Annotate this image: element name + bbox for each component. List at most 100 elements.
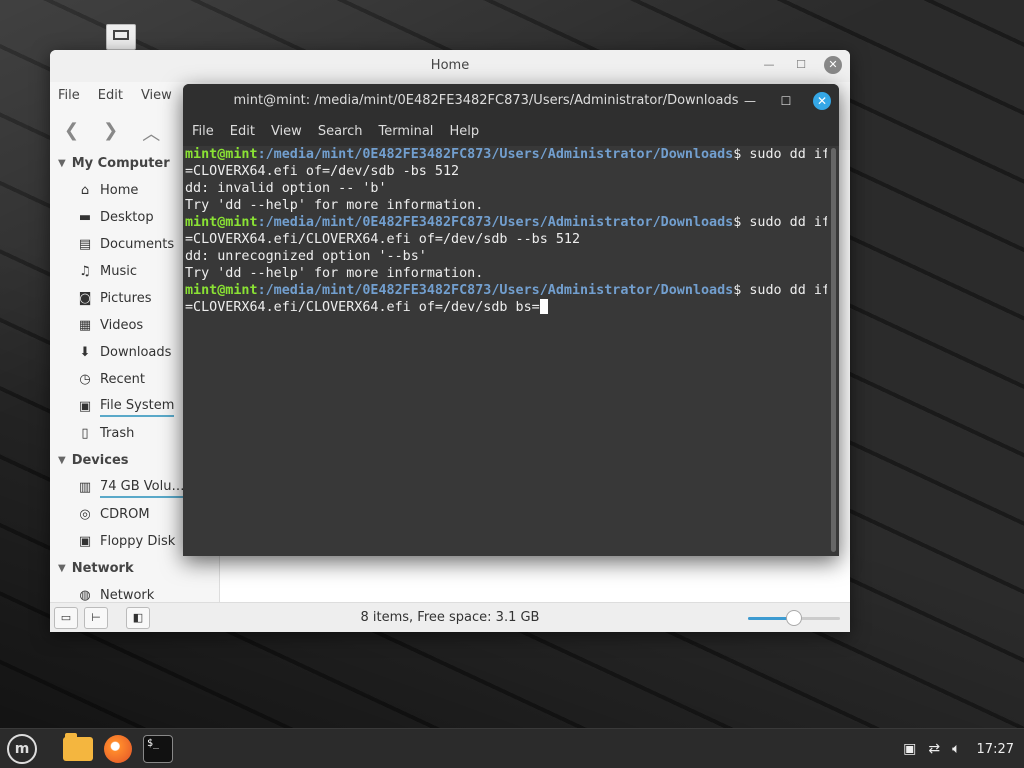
sidebar-item-label: Recent [100, 372, 145, 387]
network-disconnected-icon[interactable]: ⇄ [928, 741, 940, 757]
sidebar-item-label: Floppy Disk [100, 534, 176, 549]
output-text: Try 'dd --help' for more information. [185, 198, 484, 213]
clock-icon: ◷ [79, 372, 91, 387]
menu-file[interactable]: File [58, 88, 80, 103]
desktop-icon: ▬ [78, 210, 92, 225]
text-cursor [539, 299, 548, 314]
close-icon[interactable]: ✕ [824, 56, 842, 74]
terminal-menubar: File Edit View Search Terminal Help [183, 118, 839, 146]
folder-icon [63, 733, 93, 761]
back-arrow-icon[interactable]: ❮ [64, 120, 79, 146]
sidebar-item-label: Home [100, 183, 139, 198]
film-icon: ▦ [78, 318, 92, 333]
terminal-line: =CLOVERX64.efi/CLOVERX64.efi of=/dev/sdb… [185, 231, 827, 248]
terminal-menu-edit[interactable]: Edit [230, 118, 255, 146]
system-tray: ▣ ⇄ 🔈︎ 17:27 [903, 729, 1014, 768]
terminal-scrollbar[interactable] [831, 148, 836, 552]
music-icon: ♫ [79, 264, 91, 279]
file-manager-navigation: ❮ ❯ ︿ [64, 120, 160, 146]
terminal-menu-help[interactable]: Help [449, 118, 479, 146]
file-manager-window-controls: — ☐ ✕ [760, 56, 842, 74]
terminal-menu-file[interactable]: File [192, 118, 214, 146]
terminal-line: =CLOVERX64.efi/CLOVERX64.efi of=/dev/sdb… [185, 299, 827, 316]
firefox-icon [104, 735, 132, 763]
terminal-output[interactable]: mint@mint:/media/mint/0E482FE3482FC873/U… [185, 146, 827, 554]
sidebar-item-label: Documents [100, 237, 175, 252]
command-continuation: =CLOVERX64.efi/CLOVERX64.efi of=/dev/sdb… [185, 232, 581, 247]
disk-icon: ▥ [78, 480, 92, 495]
close-icon[interactable]: ✕ [813, 92, 831, 110]
floppy-icon: ▣ [78, 534, 92, 549]
terminal-title: mint@mint: /media/mint/0E482FE3482FC873/… [233, 93, 739, 108]
output-text: dd: unrecognized option '--bs' [185, 249, 427, 264]
home-icon: ⌂ [80, 183, 90, 198]
sidebar-item-label: Network [100, 588, 155, 602]
terminal-line: mint@mint:/media/mint/0E482FE3482FC873/U… [185, 282, 827, 299]
collapse-triangle-icon[interactable]: ▼ [58, 150, 66, 177]
drive-icon: ▣ [78, 399, 92, 414]
collapse-triangle-icon[interactable]: ▼ [58, 555, 66, 582]
taskbar-file-manager[interactable] [60, 731, 96, 767]
prompt-path: :/media/mint/0E482FE3482FC873/Users/Admi… [257, 283, 734, 298]
camera-icon: ◙ [78, 291, 92, 306]
sidebar-section-label: Devices [71, 453, 129, 468]
forward-arrow-icon[interactable]: ❯ [103, 120, 118, 146]
computer-icon[interactable] [106, 24, 136, 50]
maximize-icon[interactable]: ☐ [777, 92, 795, 110]
prompt-path: :/media/mint/0E482FE3482FC873/Users/Admi… [257, 147, 734, 162]
terminal-menu-terminal[interactable]: Terminal [378, 118, 433, 146]
sidebar-item-label: Trash [100, 426, 135, 441]
network-icon: ◍ [79, 588, 91, 602]
command-continuation: =CLOVERX64.efi/CLOVERX64.efi of=/dev/sdb… [185, 300, 540, 315]
file-manager-title: Home [430, 58, 470, 73]
sidebar-section-label: My Computer [71, 156, 170, 171]
taskbar-terminal[interactable]: $_ [140, 731, 176, 767]
prompt-user: mint@mint [185, 215, 258, 230]
download-icon: ⬇ [79, 345, 91, 360]
clock[interactable]: 17:27 [977, 742, 1014, 757]
prompt-user: mint@mint [185, 283, 258, 298]
sidebar-item-label: File System [100, 397, 175, 417]
menu-edit[interactable]: Edit [98, 88, 123, 103]
terminal-window: mint@mint: /media/mint/0E482FE3482FC873/… [183, 84, 839, 556]
command-text: $ sudo dd if [733, 147, 827, 162]
terminal-line: dd: unrecognized option '--bs' [185, 248, 827, 265]
sidebar-item-label: 74 GB Volu… [100, 478, 185, 498]
minimize-icon[interactable]: — [760, 56, 778, 74]
zoom-slider[interactable] [748, 610, 840, 626]
prompt-user: mint@mint [185, 147, 258, 162]
terminal-line: mint@mint:/media/mint/0E482FE3482FC873/U… [185, 214, 827, 231]
menu-button[interactable]: m [4, 731, 40, 767]
sidebar-section-label: Network [71, 561, 134, 576]
trash-icon: ▯ [81, 426, 89, 441]
command-text: $ sudo dd if [733, 283, 827, 298]
cdrom-icon: ◎ [79, 507, 91, 522]
terminal-line: dd: invalid option -- 'b' [185, 180, 827, 197]
taskbar-firefox[interactable] [100, 731, 136, 767]
status-text: 8 items, Free space: 3.1 GB [360, 610, 540, 625]
file-manager-statusbar: ▭ ⊢ ◧ 8 items, Free space: 3.1 GB [50, 602, 850, 632]
taskbar: m $_ ▣ ⇄ 🔈︎ 17:27 [0, 728, 1024, 768]
volume-icon[interactable]: 🔈︎ [952, 741, 960, 757]
sidebar-item-network[interactable]: ◍ Network [50, 582, 219, 602]
clipboard-icon[interactable]: ▣ [903, 741, 916, 757]
terminal-menu-view[interactable]: View [271, 118, 302, 146]
terminal-menu-search[interactable]: Search [318, 118, 363, 146]
sidebar-item-label: Pictures [100, 291, 152, 306]
linux-mint-logo-icon: m [7, 734, 37, 764]
sidebar-item-label: Downloads [100, 345, 172, 360]
zoom-slider-handle[interactable] [786, 610, 802, 626]
file-manager-titlebar[interactable]: Home [50, 50, 850, 82]
sidebar-section-header[interactable]: ▼ Network [50, 555, 219, 582]
minimize-icon[interactable]: — [741, 92, 759, 110]
document-icon: ▤ [78, 237, 92, 252]
terminal-line: Try 'dd --help' for more information. [185, 265, 827, 282]
output-text: Try 'dd --help' for more information. [185, 266, 484, 281]
menu-view[interactable]: View [141, 88, 172, 103]
collapse-triangle-icon[interactable]: ▼ [58, 447, 66, 474]
up-arrow-icon[interactable]: ︿ [142, 120, 160, 146]
maximize-icon[interactable]: ☐ [792, 56, 810, 74]
sidebar-item-label: Desktop [100, 210, 154, 225]
sidebar-item-label: Videos [100, 318, 144, 333]
output-text: dd: invalid option -- 'b' [185, 181, 387, 196]
